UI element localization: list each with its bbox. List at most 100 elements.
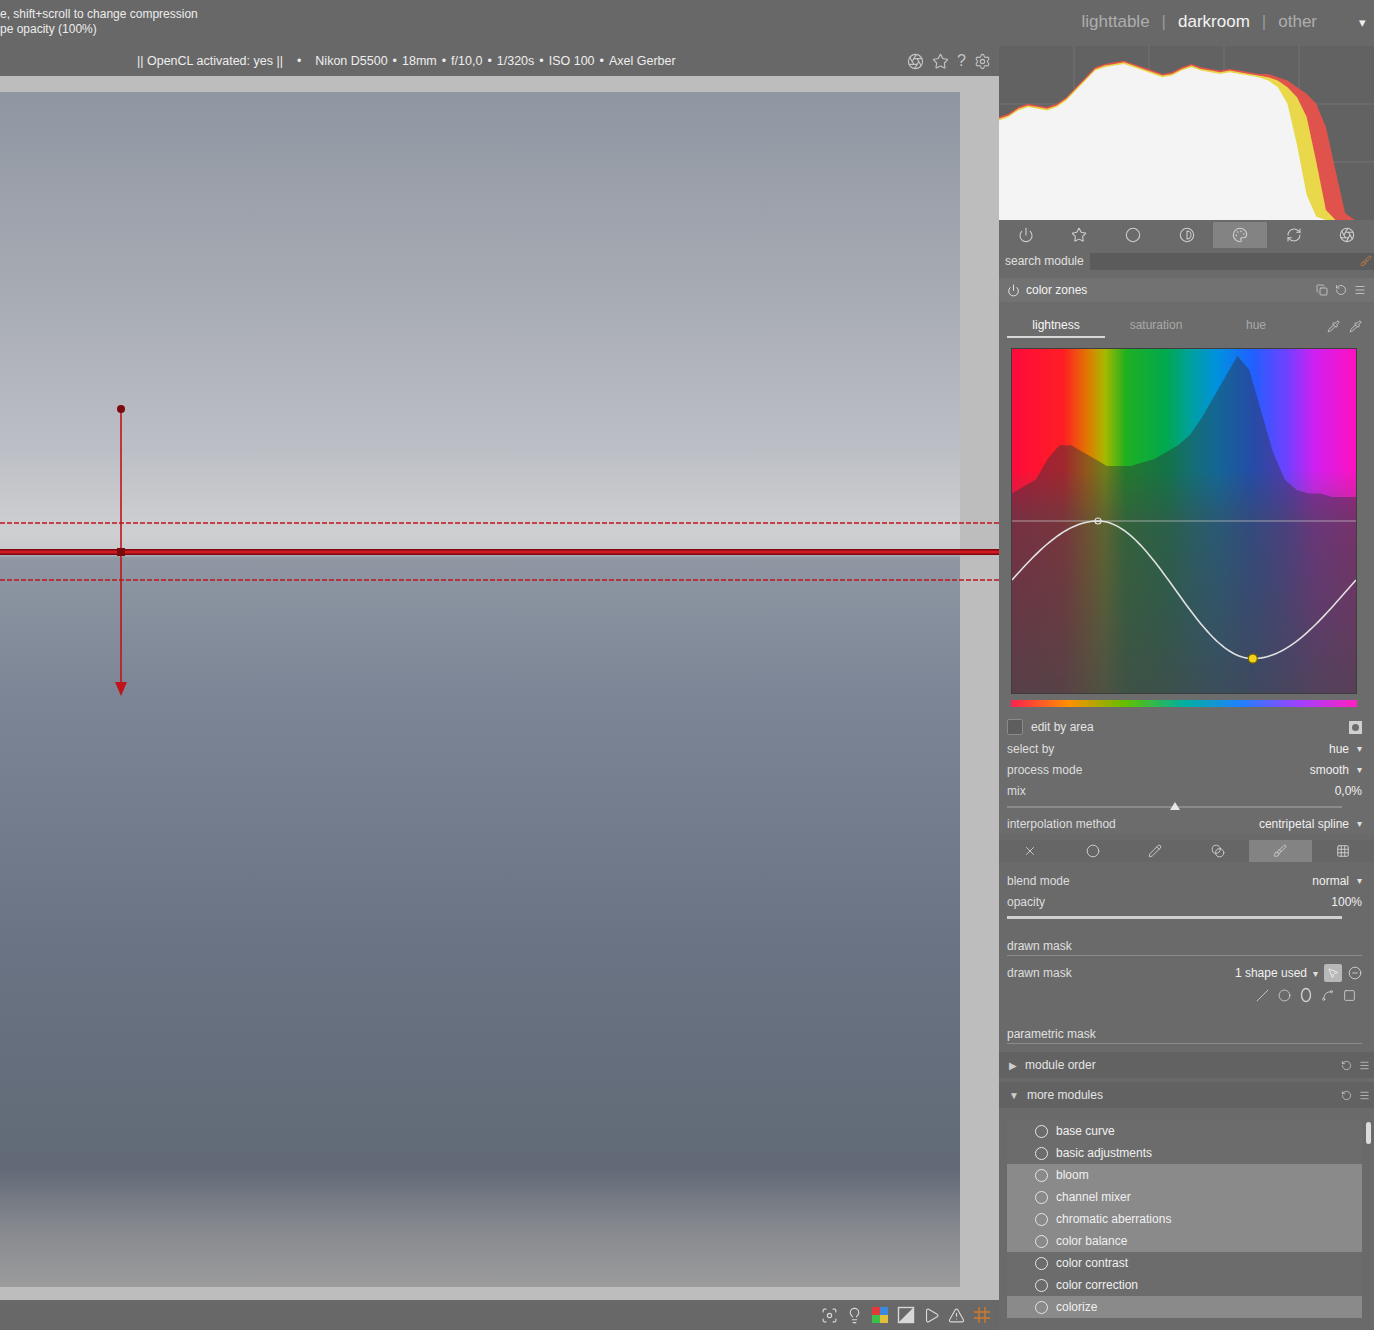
zone-tab[interactable]: hue: [1207, 314, 1305, 338]
presets-icon[interactable]: [907, 53, 924, 70]
module-group-button[interactable]: [999, 222, 1053, 248]
setting[interactable]: select byhue▾: [1007, 738, 1362, 759]
setting-row[interactable]: opacity100%: [1007, 891, 1362, 912]
setting[interactable]: blend modenormal▾: [1007, 870, 1362, 891]
dropdown-caret[interactable]: ▾: [1357, 764, 1362, 775]
module-group-button[interactable]: [1106, 222, 1160, 248]
module-list-item[interactable]: base curve: [1007, 1120, 1362, 1142]
zone-tab[interactable]: saturation: [1107, 314, 1205, 338]
dropdown-caret[interactable]: ▾: [1313, 968, 1318, 979]
module-list-item[interactable]: bloom: [1007, 1164, 1362, 1186]
presets-menu-icon[interactable]: [1359, 1090, 1370, 1101]
setting-value[interactable]: hue▾: [1329, 742, 1362, 756]
module-list-item[interactable]: channel mixer: [1007, 1186, 1362, 1208]
picker-icon[interactable]: [1327, 320, 1340, 333]
section-header[interactable]: ▼more modules: [999, 1082, 1374, 1108]
gamut-check-icon[interactable]: [923, 1307, 940, 1324]
setting-row[interactable]: blend modenormal▾: [1007, 870, 1362, 891]
star-icon[interactable]: [932, 53, 949, 70]
module-list-item[interactable]: chromatic aberrations: [1007, 1208, 1362, 1230]
dropdown-caret[interactable]: ▾: [1357, 818, 1362, 829]
path-shape-icon[interactable]: [1321, 989, 1334, 1002]
view-tab[interactable]: darkroom: [1178, 12, 1250, 32]
module-list-item[interactable]: color correction: [1007, 1274, 1362, 1296]
curve-node[interactable]: [1248, 654, 1257, 663]
blend-tab[interactable]: [1187, 840, 1250, 862]
setting[interactable]: interpolation methodcentripetal spline▾: [1007, 813, 1362, 834]
module-group-button[interactable]: [1267, 222, 1321, 248]
blend-tab[interactable]: [1124, 840, 1187, 862]
view-tab[interactable]: other: [1278, 12, 1317, 32]
presets-menu-icon[interactable]: [1354, 284, 1366, 296]
photo[interactable]: [0, 92, 960, 1287]
module-list-item[interactable]: colorize: [1007, 1296, 1362, 1318]
search-field[interactable]: [1090, 253, 1374, 270]
gradient-shape-icon[interactable]: [1343, 989, 1356, 1002]
blend-tab[interactable]: [1312, 840, 1374, 862]
help-button[interactable]: ?: [957, 52, 966, 70]
blend-tab[interactable]: [1062, 840, 1125, 862]
setting-value[interactable]: smooth▾: [1310, 763, 1362, 777]
softproof-icon[interactable]: [897, 1306, 915, 1324]
dropdown-caret[interactable]: ▾: [1357, 743, 1362, 754]
edit-by-area-checkbox[interactable]: [1007, 719, 1023, 735]
setting-row[interactable]: interpolation methodcentripetal spline▾: [1007, 813, 1362, 834]
module-group-button[interactable]: [1213, 222, 1267, 248]
image-canvas[interactable]: [0, 76, 999, 1300]
zones-curve[interactable]: [1012, 521, 1356, 659]
multi-instance-icon[interactable]: [1316, 284, 1328, 296]
module-group-button[interactable]: [1053, 222, 1107, 248]
focus-peaking-icon[interactable]: [821, 1307, 838, 1324]
view-menu[interactable]: ▾: [1359, 15, 1366, 30]
module-list-item[interactable]: basic adjustments: [1007, 1142, 1362, 1164]
module-list-item[interactable]: color balance: [1007, 1230, 1362, 1252]
setting-row[interactable]: select byhue▾: [1007, 738, 1362, 759]
warning-icon[interactable]: [948, 1307, 965, 1324]
setting-row[interactable]: mix0,0%: [1007, 780, 1362, 801]
reset-icon[interactable]: [1341, 1060, 1352, 1071]
area-mask-icon[interactable]: [1349, 721, 1362, 734]
drawn-mask-value[interactable]: 1 shape used: [1235, 966, 1307, 980]
lightbulb-icon[interactable]: [846, 1307, 863, 1324]
slider-track[interactable]: [1007, 912, 1342, 924]
histogram-chart[interactable]: [999, 46, 1374, 220]
blend-tab[interactable]: [999, 840, 1062, 862]
color-assessment-icon[interactable]: [871, 1306, 889, 1324]
module-group-button[interactable]: [1320, 222, 1374, 248]
power-icon[interactable]: [1007, 284, 1020, 297]
dropdown-caret[interactable]: ▾: [1357, 875, 1362, 886]
module-header[interactable]: color zones: [999, 278, 1374, 302]
section-header[interactable]: ▶module order: [999, 1052, 1374, 1078]
setting-value[interactable]: 100%: [1331, 895, 1362, 909]
edit-mask-button[interactable]: [1324, 964, 1342, 982]
gear-icon[interactable]: [974, 53, 991, 70]
curve-node[interactable]: [1095, 518, 1101, 524]
view-tab[interactable]: lighttable: [1082, 12, 1150, 32]
zone-graph-box[interactable]: [1011, 348, 1357, 694]
module-list-item[interactable]: color contrast: [1007, 1252, 1362, 1274]
blend-tab[interactable]: [1249, 840, 1312, 862]
presets-menu-icon[interactable]: [1359, 1060, 1370, 1071]
slider-track[interactable]: [1007, 801, 1342, 813]
setting-row[interactable]: process modesmooth▾: [1007, 759, 1362, 780]
gradient-mask-overlay[interactable]: [0, 76, 999, 1300]
reset-icon[interactable]: [1335, 284, 1347, 296]
module-group-button[interactable]: [1160, 222, 1214, 248]
remove-mask-icon[interactable]: [1348, 966, 1362, 980]
zone-tab[interactable]: lightness: [1007, 314, 1105, 338]
brush-shape-icon[interactable]: [1256, 989, 1269, 1002]
color-zones-graph[interactable]: [1012, 349, 1356, 693]
circle-shape-icon[interactable]: [1278, 989, 1291, 1002]
reset-icon[interactable]: [1341, 1090, 1352, 1101]
clear-icon[interactable]: [1360, 255, 1372, 267]
setting-value[interactable]: 0,0%: [1335, 784, 1362, 798]
expand-arrow[interactable]: ▼: [1009, 1090, 1019, 1101]
setting[interactable]: opacity100%: [1007, 891, 1362, 924]
setting-value[interactable]: centripetal spline▾: [1259, 817, 1362, 831]
guides-icon[interactable]: [973, 1306, 991, 1324]
scrollbar-thumb[interactable]: [1366, 1122, 1371, 1144]
setting-value[interactable]: normal▾: [1312, 874, 1362, 888]
expand-arrow[interactable]: ▶: [1009, 1060, 1017, 1071]
setting[interactable]: process modesmooth▾: [1007, 759, 1362, 780]
histogram[interactable]: [999, 46, 1374, 220]
